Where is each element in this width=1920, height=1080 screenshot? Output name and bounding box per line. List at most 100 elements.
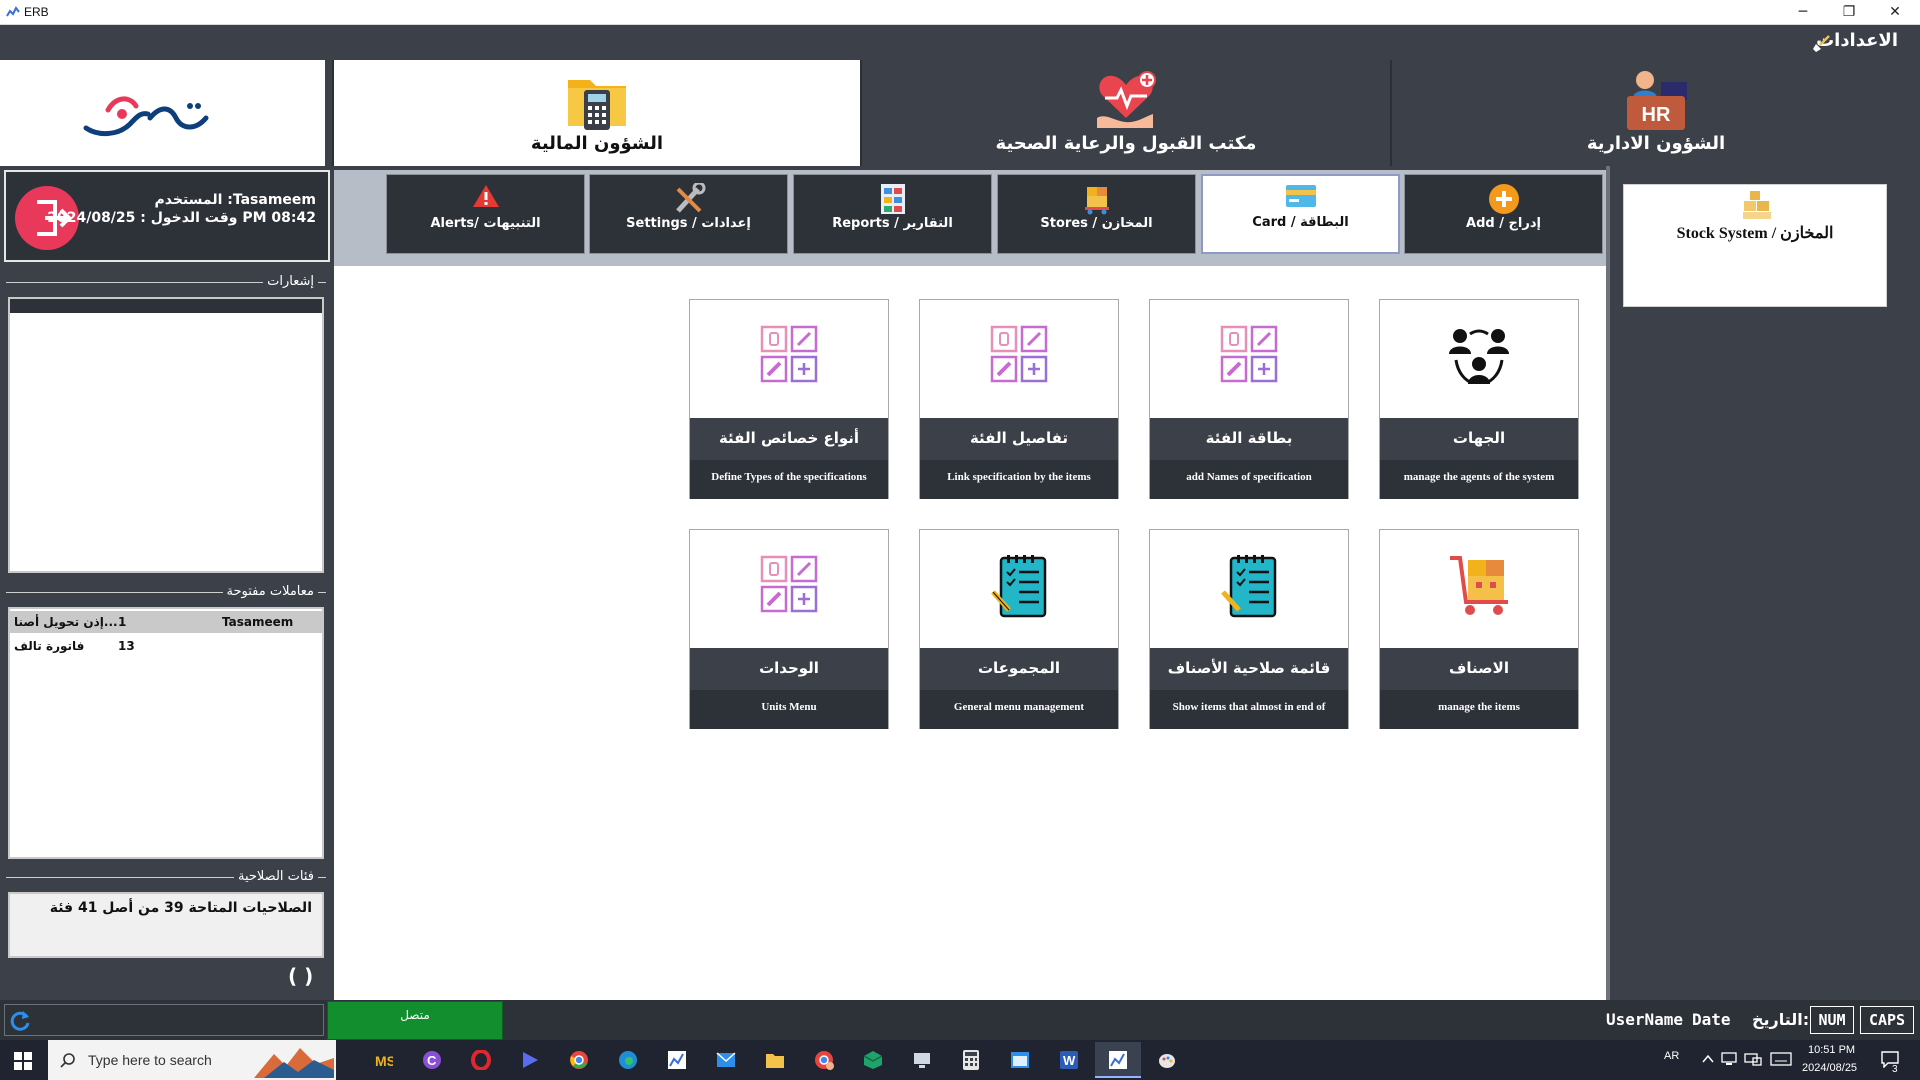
taskbar-app-paint[interactable] <box>1144 1042 1190 1078</box>
tray-network-icon[interactable] <box>1720 1051 1738 1067</box>
tile-agents[interactable]: الجهات manage the agents of the system <box>1379 299 1579 499</box>
open-transactions-title: معاملات مفتوحة <box>222 584 318 599</box>
module-label: الشؤون الادارية <box>1586 133 1726 154</box>
taskbar-app-window[interactable] <box>997 1042 1043 1078</box>
taskbar-app-opera[interactable] <box>458 1042 504 1078</box>
logo-separator <box>325 60 332 166</box>
add-icon <box>1488 184 1519 214</box>
subtab-card[interactable]: Card / البطاقة <box>1201 174 1400 254</box>
taskbar-app-word[interactable]: W <box>1046 1042 1092 1078</box>
taskbar-app-erb-active[interactable] <box>1095 1042 1141 1078</box>
tx-count: 1 <box>118 615 127 629</box>
taskbar-app-cube[interactable] <box>850 1042 896 1078</box>
tx-count: 13 <box>118 639 135 653</box>
taskbar-app-erb[interactable] <box>654 1042 700 1078</box>
login-time: وقت الدخول : 2024/08/25 PM 08:42 <box>47 210 316 226</box>
notifications-title: إشعارات <box>263 274 318 289</box>
tray-keyboard-icon[interactable] <box>1770 1052 1792 1066</box>
tile-expiry-list[interactable]: قائمة صلاحية الأصناف Show items that alm… <box>1149 529 1349 729</box>
tray-display-icon[interactable] <box>1744 1051 1762 1067</box>
notifications-list[interactable] <box>8 297 324 573</box>
c-app-icon: C <box>423 1051 441 1069</box>
taskbar-app-network[interactable] <box>899 1042 945 1078</box>
table-row[interactable]: فاتورة تالف 13 <box>10 635 322 657</box>
module-tab-finance[interactable]: الشؤون المالية <box>332 60 860 166</box>
tx-user: Tasameem <box>222 615 294 629</box>
search-icon <box>60 1053 75 1068</box>
taskbar-app-player[interactable] <box>507 1042 553 1078</box>
tray-time[interactable]: 10:51 PM <box>1808 1044 1855 1056</box>
tx-name: إذن تحويل أصنا... <box>14 615 118 629</box>
tile-spec-types[interactable]: أنواع خصائص الفئة Define Types of the sp… <box>689 299 889 499</box>
brand-logo <box>83 96 209 136</box>
tray-chevron-up-icon[interactable] <box>1702 1054 1714 1064</box>
tile-desc: Show items that almost in end of <box>1150 690 1348 729</box>
edge-icon <box>619 1051 637 1069</box>
subtab-label: Settings / إعدادات <box>626 216 751 231</box>
tile-groups[interactable]: المجموعات General menu management <box>919 529 1119 729</box>
permissions-text: الصلاحيات المتاحة 39 من أصل 41 فئة <box>49 900 312 916</box>
subtab-stores[interactable]: Stores / المخازن <box>997 174 1196 254</box>
stock-system-button[interactable]: Stock System / المخازن <box>1623 184 1887 307</box>
taskbar-app-mail[interactable] <box>703 1042 749 1078</box>
status-username: UserName <box>1606 1010 1684 1029</box>
stores-icon <box>1084 187 1109 215</box>
svg-text:W: W <box>1063 1053 1076 1068</box>
taskbar-app-chrome[interactable] <box>556 1042 602 1078</box>
tile-units[interactable]: الوحدات Units Menu <box>689 529 889 729</box>
svg-text:C: C <box>427 1053 437 1068</box>
tile-desc: manage the items <box>1380 690 1578 729</box>
checklist-icon <box>1221 555 1277 618</box>
tray-language[interactable]: AR <box>1664 1050 1679 1062</box>
notification-count: 3 <box>1892 1064 1898 1075</box>
chrome-profile-icon <box>815 1051 834 1070</box>
tile-spec-details[interactable]: تفاصيل الفئة Link specification by the i… <box>919 299 1119 499</box>
taskbar-app-ms[interactable]: MS <box>360 1042 406 1078</box>
status-left-panel <box>4 1004 324 1036</box>
network-icon <box>914 1053 930 1068</box>
refresh-icon[interactable] <box>9 1009 31 1031</box>
stock-boxes-icon <box>1743 191 1771 219</box>
taskbar-app-c[interactable]: C <box>409 1042 455 1078</box>
spec-grid-icon <box>990 325 1048 383</box>
ms-app-icon: MS <box>375 1053 393 1069</box>
broom-icon <box>1813 35 1830 52</box>
taskbar-app-chrome-profile[interactable] <box>801 1042 847 1078</box>
tile-desc: General menu management <box>920 690 1118 729</box>
minimize-button[interactable]: ─ <box>1780 0 1826 25</box>
opera-icon <box>471 1050 491 1070</box>
user-info-panel: المستخدم :Tasameem وقت الدخول : 2024/08/… <box>4 170 330 262</box>
subtab-alerts[interactable]: Alerts/ التنبيهات <box>386 174 585 254</box>
subtab-add[interactable]: Add / إدراج <box>1404 174 1603 254</box>
taskbar-app-edge[interactable] <box>605 1042 651 1078</box>
tools-icon <box>675 183 705 213</box>
taskbar-app-explorer[interactable] <box>752 1042 798 1078</box>
cart-boxes-icon <box>1450 556 1508 615</box>
tile-spec-card[interactable]: بطاقة الفئة add Names of specification <box>1149 299 1349 499</box>
module-tab-hr[interactable]: HR الشؤون الادارية <box>1390 60 1920 166</box>
stock-system-label: Stock System / المخازن <box>1676 225 1834 242</box>
restore-button[interactable]: ❐ <box>1826 0 1872 25</box>
agents-icon <box>1449 329 1509 384</box>
tile-items[interactable]: الاصناف manage the items <box>1379 529 1579 729</box>
open-transactions-group: معاملات مفتوحة إذن تحويل أصنا... 1 Tasam… <box>6 584 326 860</box>
num-lock-indicator: NUM <box>1810 1006 1854 1034</box>
caps-lock-indicator: CAPS <box>1860 1006 1914 1034</box>
module-tab-healthcare[interactable]: مكتب القبول والرعاية الصحية <box>860 60 1390 166</box>
taskbar-app-calculator[interactable] <box>948 1042 994 1078</box>
brand-logo-panel <box>0 60 325 166</box>
table-row[interactable]: إذن تحويل أصنا... 1 Tasameem <box>10 611 322 633</box>
media-player-icon <box>523 1052 538 1068</box>
open-transactions-list[interactable]: إذن تحويل أصنا... 1 Tasameem فاتورة تالف… <box>8 607 324 859</box>
taskbar-search[interactable]: Type here to search <box>48 1040 336 1080</box>
subtab-label: Stores / المخازن <box>1040 216 1153 231</box>
erb-app-icon <box>668 1051 686 1069</box>
permissions-box: الصلاحيات المتاحة 39 من أصل 41 فئة <box>8 892 324 958</box>
subtab-reports[interactable]: Reports / التقارير <box>793 174 992 254</box>
tile-title: المجموعات <box>920 648 1118 690</box>
tray-date[interactable]: 2024/08/25 <box>1802 1062 1857 1074</box>
start-button[interactable] <box>0 1040 48 1080</box>
subtab-settings[interactable]: Settings / إعدادات <box>589 174 788 254</box>
close-button[interactable]: ✕ <box>1872 0 1918 25</box>
card-icon <box>1285 185 1316 207</box>
